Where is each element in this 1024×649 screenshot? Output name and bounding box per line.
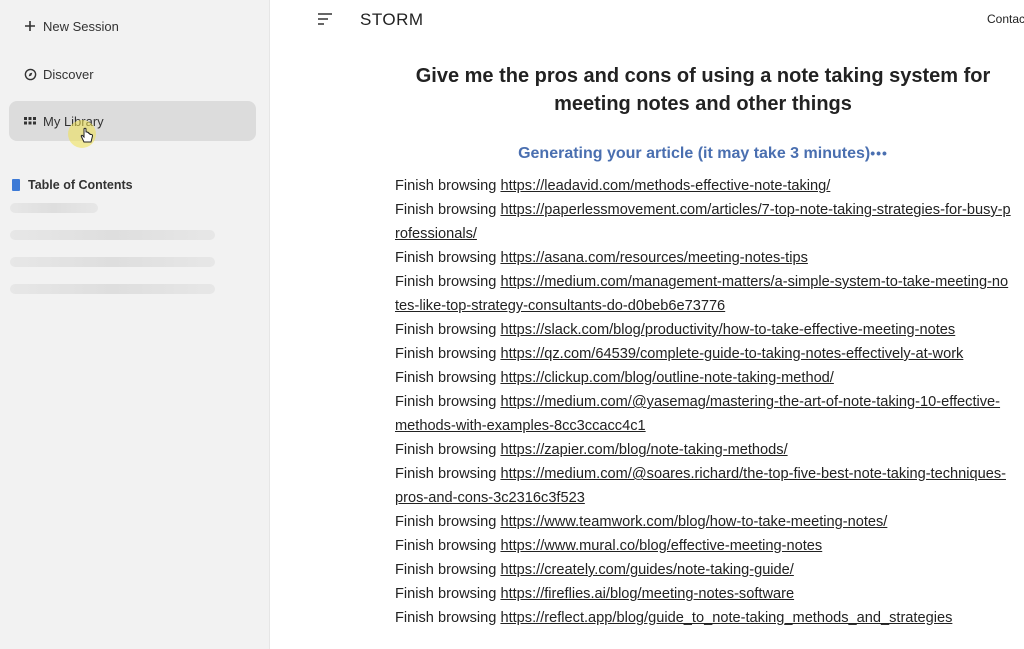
log-line: Finish browsing https://medium.com/manag…: [395, 270, 1011, 318]
my-library-button[interactable]: My Library: [9, 101, 256, 141]
source-link[interactable]: https://asana.com/resources/meeting-note…: [500, 250, 807, 266]
log-prefix: Finish browsing: [395, 274, 497, 290]
log-line: Finish browsing https://clickup.com/blog…: [395, 366, 1011, 390]
source-link[interactable]: https://www.mural.co/blog/effective-meet…: [500, 538, 822, 554]
log-line: Finish browsing https://medium.com/@yase…: [395, 390, 1011, 438]
menu-icon[interactable]: [317, 12, 333, 26]
log-prefix: Finish browsing: [395, 562, 497, 578]
log-prefix: Finish browsing: [395, 442, 497, 458]
toc-title: Table of Contents: [28, 178, 133, 192]
log-prefix: Finish browsing: [395, 538, 497, 554]
page-title: Give me the pros and cons of using a not…: [415, 65, 991, 115]
log-prefix: Finish browsing: [395, 250, 497, 266]
sidebar: New Session Discover My Library Table of…: [0, 0, 270, 649]
hand-cursor-icon: [80, 127, 94, 143]
toc-placeholder: [10, 284, 215, 294]
log-line: Finish browsing https://reflect.app/blog…: [395, 606, 1011, 630]
log-prefix: Finish browsing: [395, 178, 497, 194]
log-line: Finish browsing https://asana.com/resour…: [395, 246, 1011, 270]
log-prefix: Finish browsing: [395, 370, 497, 386]
log-prefix: Finish browsing: [395, 346, 497, 362]
contact-link[interactable]: Contac: [987, 12, 1024, 26]
new-session-label: New Session: [43, 18, 119, 34]
grid-icon: [23, 114, 37, 128]
log-line: Finish browsing https://qz.com/64539/com…: [395, 342, 1011, 366]
log-line: Finish browsing https://www.teamwork.com…: [395, 510, 1011, 534]
discover-label: Discover: [43, 66, 94, 82]
source-link[interactable]: https://leadavid.com/methods-effective-n…: [500, 178, 830, 194]
compass-icon: [23, 67, 37, 81]
book-icon: [12, 179, 20, 191]
log-line: Finish browsing https://paperlessmovemen…: [395, 198, 1011, 246]
source-link[interactable]: https://reflect.app/blog/guide_to_note-t…: [500, 610, 952, 626]
toc-placeholder: [10, 257, 215, 267]
source-link[interactable]: https://clickup.com/blog/outline-note-ta…: [500, 370, 833, 386]
log-prefix: Finish browsing: [395, 394, 497, 410]
source-link[interactable]: https://www.teamwork.com/blog/how-to-tak…: [500, 514, 887, 530]
log-line: Finish browsing https://www.mural.co/blo…: [395, 534, 1011, 558]
source-link[interactable]: https://fireflies.ai/blog/meeting-notes-…: [500, 586, 794, 602]
plus-icon: [23, 19, 37, 33]
log-prefix: Finish browsing: [395, 322, 497, 338]
log-prefix: Finish browsing: [395, 610, 497, 626]
toc-placeholder: [10, 203, 98, 213]
table-of-contents-heading: Table of Contents: [12, 178, 133, 192]
status-text: Generating your article (it may take 3 m…: [518, 145, 871, 162]
log-line: Finish browsing https://leadavid.com/met…: [395, 174, 1011, 198]
source-link[interactable]: https://qz.com/64539/complete-guide-to-t…: [500, 346, 963, 362]
generation-status: Generating your article (it may take 3 m…: [395, 145, 1011, 163]
browsing-log: Finish browsing https://leadavid.com/met…: [395, 174, 1011, 630]
log-prefix: Finish browsing: [395, 586, 497, 602]
log-prefix: Finish browsing: [395, 466, 497, 482]
app-title: STORM: [360, 10, 424, 29]
log-prefix: Finish browsing: [395, 202, 497, 218]
log-line: Finish browsing https://medium.com/@soar…: [395, 462, 1011, 510]
log-line: Finish browsing https://fireflies.ai/blo…: [395, 582, 1011, 606]
source-link[interactable]: https://creately.com/guides/note-taking-…: [500, 562, 793, 578]
source-link[interactable]: https://zapier.com/blog/note-taking-meth…: [500, 442, 787, 458]
log-line: Finish browsing https://creately.com/gui…: [395, 558, 1011, 582]
new-session-button[interactable]: New Session: [9, 6, 256, 46]
log-prefix: Finish browsing: [395, 514, 497, 530]
log-line: Finish browsing https://zapier.com/blog/…: [395, 438, 1011, 462]
discover-button[interactable]: Discover: [9, 54, 256, 94]
toc-placeholder: [10, 230, 215, 240]
loading-dots: •••: [870, 145, 888, 161]
source-link[interactable]: https://slack.com/blog/productivity/how-…: [500, 322, 955, 338]
log-line: Finish browsing https://slack.com/blog/p…: [395, 318, 1011, 342]
